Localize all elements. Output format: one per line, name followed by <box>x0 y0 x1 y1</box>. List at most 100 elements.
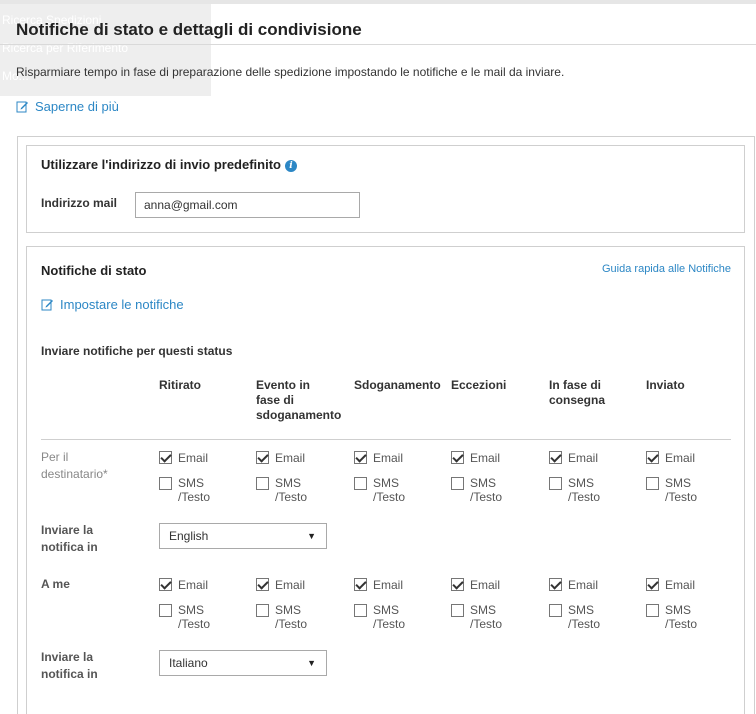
me-email-option[interactable]: Email <box>159 578 208 592</box>
email-checkbox[interactable] <box>549 451 562 464</box>
email-checkbox[interactable] <box>256 451 269 464</box>
default-address-title: Utilizzare l'indirizzo di invio predefin… <box>41 157 297 172</box>
sms-option-label: /Testo <box>178 490 211 504</box>
recipient-sms-option[interactable]: SMS/Testo <box>354 476 405 504</box>
me-sms-option[interactable]: SMS/Testo <box>354 603 405 631</box>
sms-option-label: SMS <box>665 603 692 617</box>
me-sms-option[interactable]: SMS/Testo <box>159 603 210 631</box>
sms-checkbox[interactable] <box>451 604 464 617</box>
info-icon[interactable]: i <box>285 159 297 172</box>
sms-checkbox[interactable] <box>256 604 269 617</box>
email-checkbox[interactable] <box>646 451 659 464</box>
me-sms-option[interactable]: SMS/Testo <box>549 603 600 631</box>
recipient-sms-option[interactable]: SMS/Testo <box>256 476 307 504</box>
recipient-email-option[interactable]: Email <box>451 451 500 465</box>
sms-checkbox[interactable] <box>354 604 367 617</box>
sms-option-label: SMS <box>275 476 302 490</box>
sms-checkbox[interactable] <box>646 477 659 490</box>
page-title: Notifiche di stato e dettagli di condivi… <box>16 20 362 39</box>
sms-option-label: SMS <box>568 476 595 490</box>
sms-option-label: /Testo <box>178 617 211 631</box>
sms-checkbox[interactable] <box>159 477 172 490</box>
edit-icon <box>41 299 53 311</box>
email-checkbox[interactable] <box>549 578 562 591</box>
recipient-sms-option[interactable]: SMS/Testo <box>549 476 600 504</box>
email-checkbox[interactable] <box>159 451 172 464</box>
column-header-sdoganamento: Sdoganamento <box>354 378 441 392</box>
sms-option-label: /Testo <box>568 490 601 504</box>
learn-more-link[interactable]: Saperne di più <box>16 99 119 114</box>
recipient-email-option[interactable]: Email <box>159 451 208 465</box>
column-header-consegna: In fase di consegna <box>549 378 606 407</box>
set-notifications-label[interactable]: Impostare le notifiche <box>60 297 184 312</box>
ghost-menu-item[interactable]: Ricerca per Riferimento <box>0 40 128 56</box>
sms-checkbox[interactable] <box>451 477 464 490</box>
sms-checkbox[interactable] <box>354 477 367 490</box>
me-language-select[interactable]: Italiano ▼ <box>159 650 327 676</box>
sms-checkbox[interactable] <box>256 477 269 490</box>
email-checkbox[interactable] <box>256 578 269 591</box>
sms-option-label: SMS <box>665 476 692 490</box>
me-email-option[interactable]: Email <box>549 578 598 592</box>
email-checkbox[interactable] <box>451 451 464 464</box>
recipient-email-option[interactable]: Email <box>354 451 403 465</box>
recipient-email-option[interactable]: Email <box>256 451 305 465</box>
recipient-language-label: Inviare la notifica in <box>41 523 98 554</box>
email-option-label: Email <box>665 578 696 592</box>
email-option-label: Email <box>568 451 599 465</box>
me-email-option[interactable]: Email <box>256 578 305 592</box>
column-header-ritirato: Ritirato <box>159 378 201 392</box>
email-option-label: Email <box>178 578 209 592</box>
sms-checkbox[interactable] <box>159 604 172 617</box>
sms-option-label: /Testo <box>470 617 503 631</box>
column-header-inviato: Inviato <box>646 378 685 392</box>
recipient-language-select[interactable]: English ▼ <box>159 523 327 549</box>
email-option-label: Email <box>665 451 696 465</box>
recipient-row-label: Per il destinatario* <box>41 450 108 481</box>
column-header-evento: Evento in fase di sdoganamento <box>256 378 342 422</box>
email-option-label: Email <box>178 451 209 465</box>
sms-option-label: SMS <box>470 476 497 490</box>
me-sms-option[interactable]: SMS/Testo <box>451 603 502 631</box>
sms-checkbox[interactable] <box>549 604 562 617</box>
email-checkbox[interactable] <box>646 578 659 591</box>
email-option-label: Email <box>470 451 501 465</box>
set-notifications-link[interactable]: Impostare le notifiche <box>41 297 184 312</box>
sms-option-label: SMS <box>470 603 497 617</box>
recipient-sms-option[interactable]: SMS/Testo <box>451 476 502 504</box>
sms-checkbox[interactable] <box>549 477 562 490</box>
me-sms-option[interactable]: SMS/Testo <box>646 603 697 631</box>
sms-option-label: SMS <box>373 476 400 490</box>
email-checkbox[interactable] <box>354 578 367 591</box>
learn-more-label[interactable]: Saperne di più <box>35 99 119 114</box>
intro-text: Risparmiare tempo in fase di preparazion… <box>16 65 565 79</box>
email-checkbox[interactable] <box>451 578 464 591</box>
sms-option-label: /Testo <box>470 490 503 504</box>
column-header-eccezioni: Eccezioni <box>451 378 507 392</box>
status-notifications-title: Notifiche di stato <box>41 263 147 278</box>
email-checkbox[interactable] <box>159 578 172 591</box>
me-email-option[interactable]: Email <box>354 578 403 592</box>
email-option-label: Email <box>373 578 404 592</box>
email-option-label: Email <box>568 578 599 592</box>
recipient-sms-option[interactable]: SMS/Testo <box>159 476 210 504</box>
sms-option-label: /Testo <box>665 490 698 504</box>
me-email-option[interactable]: Email <box>646 578 695 592</box>
me-email-option[interactable]: Email <box>451 578 500 592</box>
me-language-label: Inviare la notifica in <box>41 650 98 681</box>
sms-option-label: /Testo <box>275 490 308 504</box>
email-field[interactable] <box>135 192 360 218</box>
email-checkbox[interactable] <box>354 451 367 464</box>
recipient-email-option[interactable]: Email <box>646 451 695 465</box>
quick-guide-link[interactable]: Guida rapida alle Notifiche <box>602 263 731 275</box>
recipient-sms-option[interactable]: SMS/Testo <box>646 476 697 504</box>
me-sms-option[interactable]: SMS/Testo <box>256 603 307 631</box>
ghost-dropdown-menu: Ricerca Spedizioni Ricerca per Riferimen… <box>0 4 211 96</box>
sms-option-label: SMS <box>568 603 595 617</box>
sms-checkbox[interactable] <box>646 604 659 617</box>
header-divider <box>41 439 731 440</box>
sms-option-label: /Testo <box>568 617 601 631</box>
email-label: Indirizzo mail <box>41 196 118 210</box>
dropdown-arrow-icon: ▼ <box>307 531 316 541</box>
recipient-email-option[interactable]: Email <box>549 451 598 465</box>
